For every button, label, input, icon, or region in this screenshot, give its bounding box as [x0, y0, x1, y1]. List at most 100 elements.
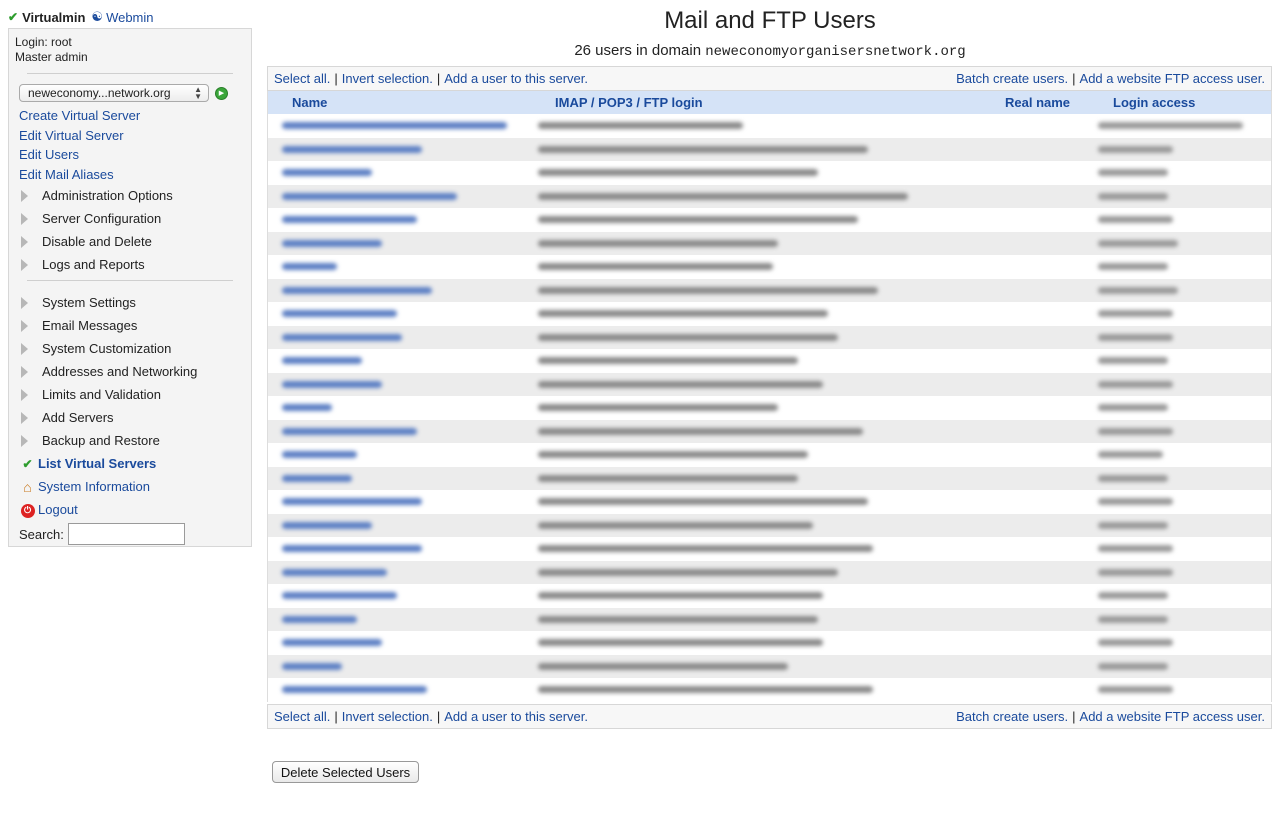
table-row[interactable] [268, 419, 1271, 443]
table-row[interactable] [268, 443, 1271, 467]
table-row[interactable] [268, 325, 1271, 349]
table-row[interactable] [268, 349, 1271, 373]
edit-users-link[interactable]: Edit Users [15, 145, 245, 165]
select-all-link[interactable]: Select all. [274, 71, 330, 86]
column-header-real-name[interactable]: Real name [1005, 95, 1070, 110]
select-arrows-icon: ▲ ▼ [194, 85, 202, 101]
table-body [268, 114, 1271, 702]
table-row[interactable] [268, 654, 1271, 678]
go-icon[interactable]: ▶ [215, 86, 228, 100]
redacted-name [282, 286, 432, 294]
table-row[interactable] [268, 466, 1271, 490]
redacted-login [538, 145, 868, 153]
category-addresses-and-networking[interactable]: Addresses and Networking [15, 360, 245, 383]
expand-arrow-icon [21, 296, 28, 309]
table-row[interactable] [268, 537, 1271, 561]
redacted-login [538, 310, 828, 317]
table-row[interactable] [268, 161, 1271, 185]
column-header-login[interactable]: IMAP / POP3 / FTP login [555, 95, 703, 110]
table-row[interactable] [268, 184, 1271, 208]
table-row[interactable] [268, 231, 1271, 255]
category-limits-and-validation[interactable]: Limits and Validation [15, 383, 245, 406]
add-user-link[interactable]: Add a user to this server. [444, 709, 588, 724]
table-row[interactable] [268, 372, 1271, 396]
table-row[interactable] [268, 278, 1271, 302]
redacted-login-access [1098, 404, 1168, 411]
category-backup-and-restore[interactable]: Backup and Restore [15, 429, 245, 452]
expand-arrow-icon [21, 388, 28, 401]
virtualmin-tab[interactable]: Virtualmin [22, 10, 85, 25]
create-virtual-server-link[interactable]: Create Virtual Server [15, 106, 245, 126]
table-row[interactable] [268, 208, 1271, 232]
table-row[interactable] [268, 137, 1271, 161]
table-row[interactable] [268, 560, 1271, 584]
page-title: Mail and FTP Users [664, 7, 876, 34]
table-row[interactable] [268, 255, 1271, 279]
category-administration-options[interactable]: Administration Options [15, 184, 245, 207]
webmin-tab[interactable]: Webmin [106, 10, 153, 25]
table-row[interactable] [268, 678, 1271, 702]
logout-link[interactable]: ⏻ Logout [15, 498, 245, 521]
expand-arrow-icon [21, 235, 28, 248]
table-row[interactable] [268, 607, 1271, 631]
edit-mail-aliases-link[interactable]: Edit Mail Aliases [15, 165, 245, 185]
login-info: Login: root Master admin [15, 35, 245, 65]
delete-selected-users-button[interactable]: Delete Selected Users [272, 761, 419, 783]
redacted-name [282, 357, 362, 364]
redacted-login [538, 686, 873, 693]
add-user-link[interactable]: Add a user to this server. [444, 71, 588, 86]
add-ftp-user-link[interactable]: Add a website FTP access user. [1080, 709, 1265, 724]
table-header: Name IMAP / POP3 / FTP login Real name L… [268, 91, 1271, 114]
redacted-login [538, 192, 908, 200]
column-header-login-access[interactable]: Login access [1113, 95, 1195, 110]
category-add-servers[interactable]: Add Servers [15, 406, 245, 429]
table-row[interactable] [268, 584, 1271, 608]
redacted-name [282, 216, 417, 223]
redacted-name [282, 545, 422, 552]
category-email-messages[interactable]: Email Messages [15, 314, 245, 337]
column-header-name[interactable]: Name [292, 95, 327, 110]
redacted-login [538, 263, 773, 270]
redacted-login [538, 568, 838, 576]
redacted-login [538, 122, 743, 129]
category-server-configuration[interactable]: Server Configuration [15, 207, 245, 230]
expand-arrow-icon [21, 189, 28, 202]
system-information-link[interactable]: ⌂ System Information [15, 475, 245, 498]
edit-virtual-server-link[interactable]: Edit Virtual Server [15, 126, 245, 146]
redacted-login [538, 380, 823, 388]
select-all-link[interactable]: Select all. [274, 709, 330, 724]
category-label: System Customization [42, 341, 172, 356]
category-logs-and-reports[interactable]: Logs and Reports [15, 253, 245, 276]
table-row[interactable] [268, 631, 1271, 655]
category-disable-and-delete[interactable]: Disable and Delete [15, 230, 245, 253]
redacted-login-access [1098, 427, 1173, 435]
redacted-login-access [1098, 192, 1168, 200]
table-row[interactable] [268, 490, 1271, 514]
redacted-login [538, 662, 788, 670]
users-panel: Select all. | Invert selection. | Add a user… [267, 66, 1272, 756]
redacted-login-access [1098, 474, 1168, 482]
batch-create-users-link[interactable]: Batch create users. [956, 71, 1068, 86]
batch-create-users-link[interactable]: Batch create users. [956, 709, 1068, 724]
invert-selection-link[interactable]: Invert selection. [342, 709, 433, 724]
redacted-login [538, 639, 823, 646]
search-input[interactable] [67, 523, 185, 545]
invert-selection-link[interactable]: Invert selection. [342, 71, 433, 86]
list-virtual-servers-link[interactable]: ✔ List Virtual Servers [15, 452, 245, 475]
table-row[interactable] [268, 513, 1271, 537]
domain-select[interactable]: neweconomy...network.org ▲ ▼ [19, 84, 209, 102]
table-row[interactable] [268, 302, 1271, 326]
redacted-name [282, 333, 402, 341]
category-system-customization[interactable]: System Customization [15, 337, 245, 360]
table-row[interactable] [268, 114, 1271, 138]
bottom-action-bar: Select all. | Invert selection. | Add a user… [267, 703, 1272, 729]
table-row[interactable] [268, 396, 1271, 420]
redacted-login-access [1098, 568, 1173, 576]
category-label: Backup and Restore [42, 433, 160, 448]
add-ftp-user-link[interactable]: Add a website FTP access user. [1080, 71, 1265, 86]
redacted-name [282, 474, 352, 482]
redacted-login-access [1098, 145, 1173, 153]
category-label: Logs and Reports [42, 257, 145, 272]
category-system-settings[interactable]: System Settings [15, 291, 245, 314]
redacted-login [538, 615, 818, 623]
